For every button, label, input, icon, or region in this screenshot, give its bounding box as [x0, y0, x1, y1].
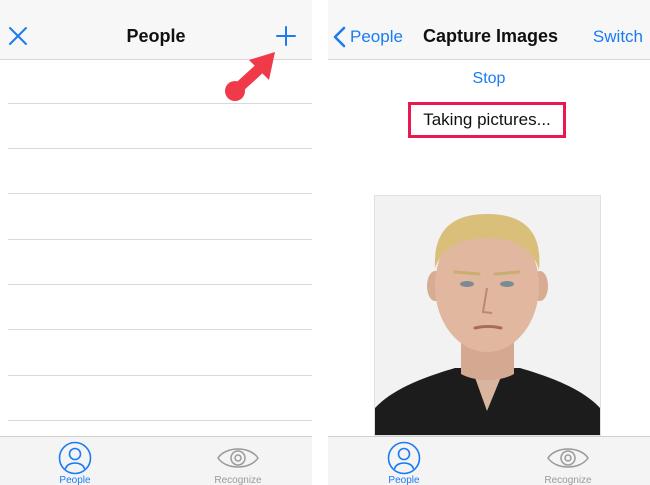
tab-label: People	[59, 475, 91, 485]
tab-recognize[interactable]: Recognize	[528, 437, 608, 485]
eye-icon	[546, 443, 590, 473]
list-item[interactable]	[8, 193, 312, 194]
list-item[interactable]	[8, 375, 312, 376]
person-circle-icon	[58, 441, 92, 475]
captured-photo	[374, 195, 601, 436]
list-item[interactable]	[8, 420, 312, 421]
person-circle-icon	[387, 441, 421, 475]
navigation-bar: People Capture Images Switch	[328, 0, 650, 60]
people-screen: People People Recognize	[0, 0, 312, 485]
tab-bar: People Recognize	[0, 436, 312, 485]
status-text: Taking pictures...	[408, 102, 566, 138]
switch-button[interactable]: Switch	[593, 0, 643, 74]
list-item[interactable]	[8, 239, 312, 240]
back-button[interactable]: People	[330, 0, 420, 60]
tab-bar: People Recognize	[328, 436, 650, 485]
people-list	[0, 60, 312, 436]
chevron-left-icon	[332, 26, 346, 48]
plus-icon[interactable]	[276, 26, 296, 46]
tab-label: Recognize	[544, 475, 592, 485]
tab-label: Recognize	[214, 475, 262, 485]
eye-icon	[216, 443, 260, 473]
tab-recognize[interactable]: Recognize	[198, 437, 278, 485]
page-title: Capture Images	[423, 26, 559, 46]
stop-button[interactable]: Stop	[328, 70, 650, 88]
list-item[interactable]	[8, 329, 312, 330]
back-label: People	[350, 27, 403, 46]
pointer-arrow-icon	[222, 46, 282, 106]
list-item[interactable]	[8, 284, 312, 285]
tab-people[interactable]: People	[35, 437, 115, 485]
capture-images-screen: People Capture Images Switch Stop Taking…	[328, 0, 650, 485]
tab-label: People	[388, 475, 420, 485]
list-item[interactable]	[8, 148, 312, 149]
tab-people[interactable]: People	[364, 437, 444, 485]
